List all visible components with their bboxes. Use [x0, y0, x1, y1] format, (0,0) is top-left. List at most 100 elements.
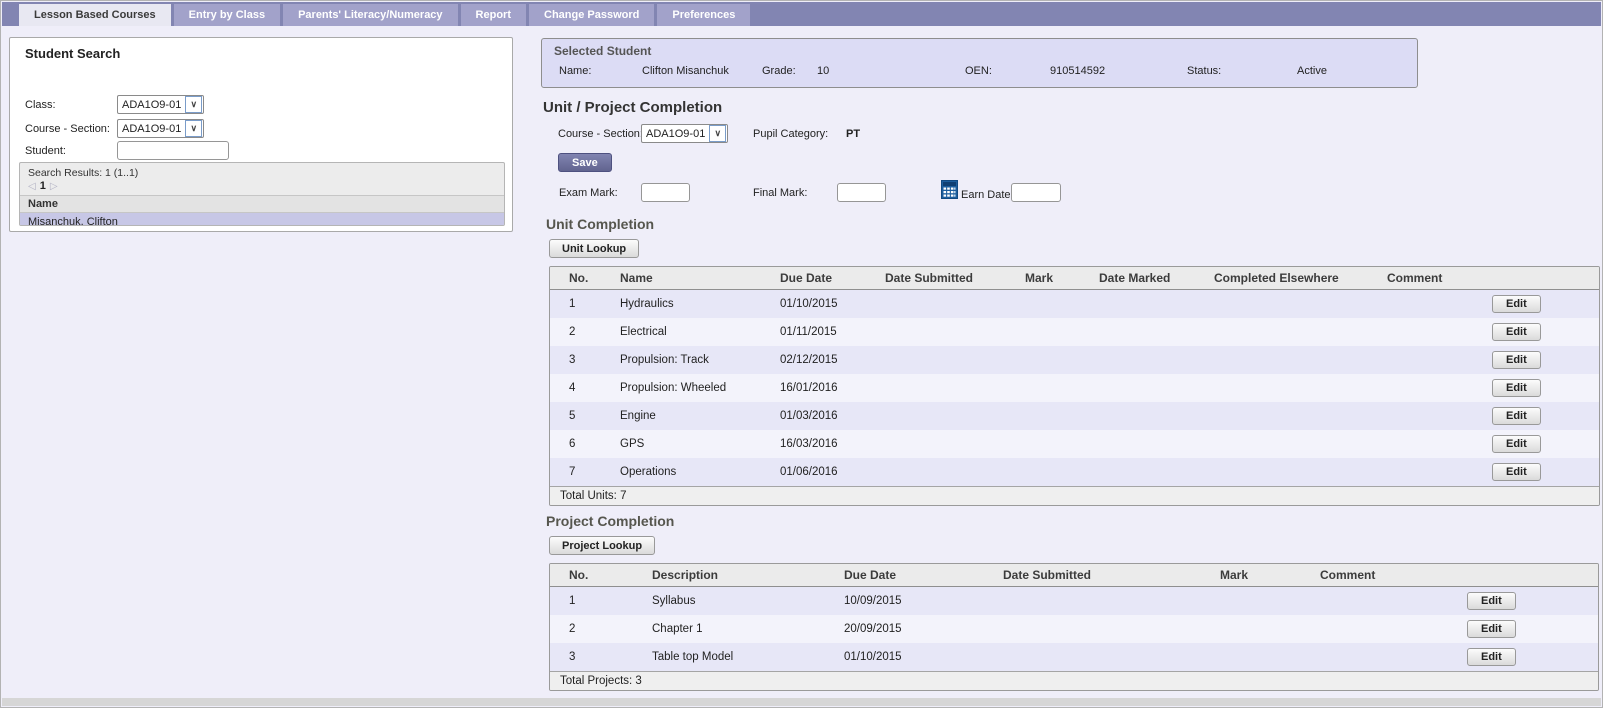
unit-table-header-row: No. Name Due Date Date Submitted Mark Da…	[550, 267, 1599, 290]
completion-course-section-select[interactable]: ADA1O9-01 ∨	[641, 124, 728, 143]
project-cell-mark	[1210, 587, 1310, 616]
tab-change-password[interactable]: Change Password	[529, 4, 654, 26]
unit-cell-completed-elsewhere	[1204, 430, 1377, 458]
unit-col-date-submitted: Date Submitted	[875, 267, 1015, 290]
unit-cell-mark	[1015, 290, 1089, 319]
earn-date-input[interactable]	[1011, 183, 1061, 202]
student-search-panel: Student Search Class: ADA1O9-01 ∨ Course…	[9, 37, 513, 232]
pager-prev-icon[interactable]: ◁	[28, 181, 36, 192]
final-mark-input[interactable]	[837, 183, 886, 202]
edit-button[interactable]: Edit	[1492, 435, 1541, 453]
unit-cell-comment	[1377, 346, 1472, 374]
unit-col-actions	[1472, 267, 1599, 290]
unit-cell-name: Electrical	[610, 318, 770, 346]
unit-cell-date-marked	[1089, 346, 1204, 374]
class-select[interactable]: ADA1O9-01 ∨	[117, 95, 204, 114]
project-cell-no: 3	[550, 643, 642, 672]
project-cell-comment	[1310, 615, 1432, 643]
unit-cell-name: GPS	[610, 430, 770, 458]
project-cell-comment	[1310, 587, 1432, 616]
project-table-footer-row: Total Projects: 3	[550, 672, 1598, 691]
oen-label: OEN:	[965, 65, 1050, 77]
edit-button[interactable]: Edit	[1492, 379, 1541, 397]
top-nav: Lesson Based Courses Entry by Class Pare…	[2, 2, 1601, 26]
edit-button[interactable]: Edit	[1467, 648, 1516, 666]
edit-button[interactable]: Edit	[1492, 323, 1541, 341]
result-row-student[interactable]: Misanchuk, Clifton	[20, 213, 504, 226]
unit-cell-completed-elsewhere	[1204, 290, 1377, 319]
project-cell-due-date: 10/09/2015	[834, 587, 993, 616]
unit-cell-date-marked	[1089, 458, 1204, 487]
search-results-pager: ◁ 1 ▷	[20, 179, 504, 195]
unit-cell-due-date: 01/06/2016	[770, 458, 875, 487]
unit-cell-date-marked	[1089, 318, 1204, 346]
unit-cell-date-submitted	[875, 374, 1015, 402]
edit-button[interactable]: Edit	[1492, 463, 1541, 481]
unit-cell-completed-elsewhere	[1204, 346, 1377, 374]
project-cell-due-date: 01/10/2015	[834, 643, 993, 672]
unit-table-row: 5 Engine 01/03/2016 Edit	[550, 402, 1599, 430]
pager-next-icon[interactable]: ▷	[50, 181, 58, 192]
unit-completion-title: Unit Completion	[546, 216, 654, 232]
project-cell-no: 2	[550, 615, 642, 643]
unit-cell-name: Engine	[610, 402, 770, 430]
project-col-date-submitted: Date Submitted	[993, 564, 1210, 587]
unit-cell-completed-elsewhere	[1204, 458, 1377, 487]
calendar-icon[interactable]	[941, 179, 958, 199]
unit-cell-no: 1	[550, 290, 610, 319]
unit-table-row: 2 Electrical 01/11/2015 Edit	[550, 318, 1599, 346]
bottom-scroll-strip[interactable]	[2, 698, 1601, 706]
unit-cell-date-marked	[1089, 290, 1204, 319]
tab-report[interactable]: Report	[461, 4, 526, 26]
unit-cell-comment	[1377, 374, 1472, 402]
unit-cell-no: 3	[550, 346, 610, 374]
name-label: Name:	[559, 65, 642, 77]
unit-cell-comment	[1377, 430, 1472, 458]
project-cell-mark	[1210, 643, 1310, 672]
unit-table-row: 3 Propulsion: Track 02/12/2015 Edit	[550, 346, 1599, 374]
unit-table-row: 6 GPS 16/03/2016 Edit	[550, 430, 1599, 458]
tab-entry-by-class[interactable]: Entry by Class	[174, 4, 280, 26]
tab-preferences[interactable]: Preferences	[657, 4, 750, 26]
unit-cell-due-date: 01/03/2016	[770, 402, 875, 430]
grade-label: Grade:	[762, 65, 817, 77]
edit-button[interactable]: Edit	[1467, 620, 1516, 638]
unit-cell-due-date: 01/10/2015	[770, 290, 875, 319]
chevron-down-icon: ∨	[185, 96, 202, 113]
project-cell-description: Table top Model	[642, 643, 834, 672]
earn-date-label: Earn Date	[961, 189, 1011, 201]
unit-cell-mark	[1015, 402, 1089, 430]
unit-cell-mark	[1015, 374, 1089, 402]
pager-page-number[interactable]: 1	[40, 180, 46, 192]
student-input[interactable]	[117, 141, 229, 160]
project-cell-mark	[1210, 615, 1310, 643]
edit-button[interactable]: Edit	[1467, 592, 1516, 610]
project-cell-date-submitted	[993, 615, 1210, 643]
exam-mark-input[interactable]	[641, 183, 690, 202]
unit-cell-completed-elsewhere	[1204, 374, 1377, 402]
unit-cell-mark	[1015, 430, 1089, 458]
unit-cell-date-marked	[1089, 402, 1204, 430]
edit-button[interactable]: Edit	[1492, 295, 1541, 313]
unit-lookup-button[interactable]: Unit Lookup	[549, 239, 639, 258]
unit-col-completed-elsewhere: Completed Elsewhere	[1204, 267, 1377, 290]
project-completion-title: Project Completion	[546, 513, 674, 529]
project-col-comment: Comment	[1310, 564, 1432, 587]
unit-cell-comment	[1377, 318, 1472, 346]
unit-cell-name: Propulsion: Track	[610, 346, 770, 374]
course-section-select[interactable]: ADA1O9-01 ∨	[117, 119, 204, 138]
status-value: Active	[1297, 65, 1327, 77]
project-table-row: 3 Table top Model 01/10/2015 Edit	[550, 643, 1598, 672]
tab-parents-literacy-numeracy[interactable]: Parents' Literacy/Numeracy	[283, 4, 457, 26]
edit-button[interactable]: Edit	[1492, 407, 1541, 425]
name-value: Clifton Misanchuk	[642, 65, 762, 77]
chevron-down-icon: ∨	[185, 120, 202, 137]
unit-cell-date-submitted	[875, 290, 1015, 319]
unit-cell-date-submitted	[875, 430, 1015, 458]
project-lookup-button[interactable]: Project Lookup	[549, 536, 655, 555]
save-button[interactable]: Save	[558, 153, 612, 172]
grade-value: 10	[817, 65, 965, 77]
edit-button[interactable]: Edit	[1492, 351, 1541, 369]
project-completion-table: No. Description Due Date Date Submitted …	[549, 563, 1599, 691]
tab-lesson-based-courses[interactable]: Lesson Based Courses	[19, 4, 171, 26]
